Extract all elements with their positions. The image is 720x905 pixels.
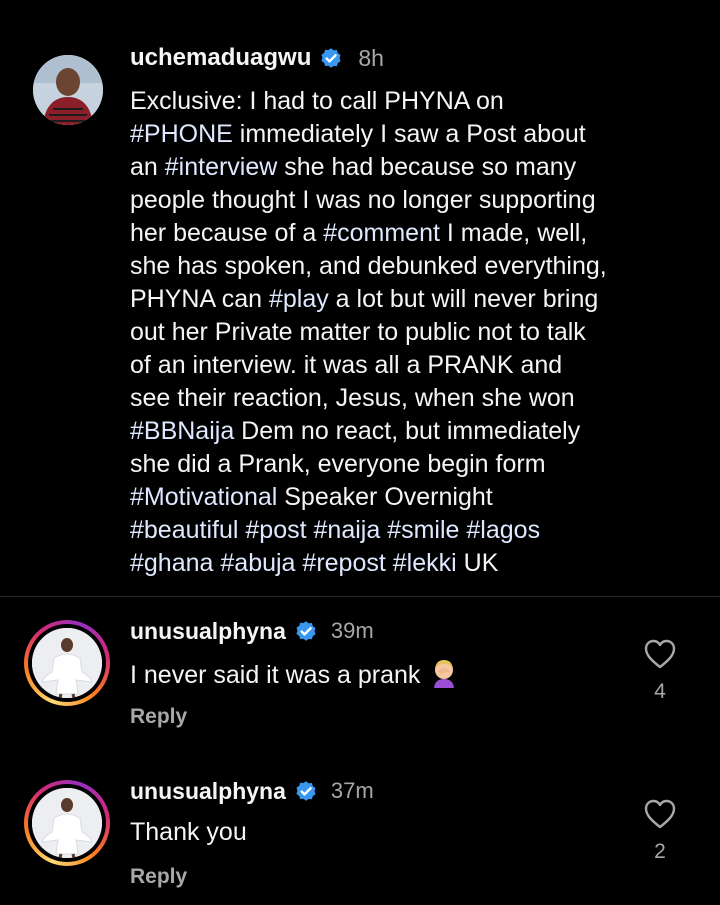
heart-icon[interactable] bbox=[643, 638, 677, 670]
avatar-photo bbox=[32, 628, 102, 698]
caption-text: see their reaction, Jesus, when she won bbox=[130, 384, 575, 412]
caption-line: see their reaction, Jesus, when she won bbox=[130, 382, 690, 415]
hashtag-link[interactable]: #repost bbox=[302, 549, 385, 577]
post-time: 8h bbox=[358, 44, 384, 71]
avatar-photo bbox=[32, 788, 102, 858]
caption-text: of an interview. it was all a PRANK and bbox=[130, 351, 563, 379]
post-username[interactable]: uchemaduagwu bbox=[130, 44, 311, 72]
reply-button[interactable]: Reply bbox=[130, 705, 187, 729]
hashtag-link[interactable]: #Motivational bbox=[130, 483, 277, 511]
comment-username[interactable]: unusualphyna bbox=[130, 778, 286, 805]
reply-button[interactable]: Reply bbox=[130, 865, 187, 889]
post-caption: uchemaduagwu 8h Exclusive: I had to call… bbox=[0, 0, 720, 595]
caption-text: Speaker Overnight bbox=[277, 483, 493, 511]
caption-text: Exclusive: I had to call PHYNA on bbox=[130, 87, 504, 115]
comment: unusualphyna 39m I never said it was a p… bbox=[0, 610, 720, 750]
hashtag-link[interactable]: #BBNaija bbox=[130, 417, 234, 445]
hashtag-link[interactable]: #post bbox=[245, 516, 306, 544]
hashtag-link[interactable]: #PHONE bbox=[130, 120, 233, 148]
caption-line: #ghana #abuja #repost #lekki UK bbox=[130, 547, 690, 580]
comment-text-body: I never said it was a prank bbox=[130, 661, 421, 689]
caption-text: she had because so many bbox=[277, 153, 577, 181]
comment-time: 39m bbox=[330, 618, 374, 643]
post-caption-text: Exclusive: I had to call PHYNA on #PHONE … bbox=[130, 85, 690, 580]
caption-text: a lot but will never bring bbox=[328, 285, 599, 313]
caption-line: #beautiful #post #naija #smile #lagos bbox=[130, 514, 690, 547]
caption-text: people thought I was no longer supportin… bbox=[130, 186, 596, 214]
caption-line: Exclusive: I had to call PHYNA on bbox=[130, 85, 690, 118]
caption-line: #PHONE immediately I saw a Post about bbox=[130, 118, 690, 151]
caption-text: her because of a bbox=[130, 219, 324, 247]
caption-line: an #interview she had because so many bbox=[130, 151, 690, 184]
caption-line: she has spoken, and debunked everything, bbox=[130, 250, 690, 283]
caption-line: #BBNaija Dem no react, but immediately bbox=[130, 415, 690, 448]
hashtag-link[interactable]: #lagos bbox=[466, 516, 540, 544]
comments-screen: uchemaduagwu 8h Exclusive: I had to call… bbox=[0, 0, 720, 905]
caption-line: she did a Prank, everyone begin form bbox=[130, 448, 690, 481]
comment-header: unusualphyna 37m bbox=[130, 775, 374, 807]
avatar-story-ring[interactable] bbox=[24, 620, 110, 706]
verified-badge-icon bbox=[321, 48, 341, 68]
post-header: uchemaduagwu 8h bbox=[130, 38, 384, 78]
hashtag-link[interactable]: #lekki bbox=[393, 549, 457, 577]
comment-text: Thank you bbox=[130, 818, 247, 846]
comment: unusualphyna 37m Thank you Reply 2 bbox=[0, 770, 720, 905]
caption-text: I made, well, bbox=[439, 219, 588, 247]
avatar-story-ring[interactable] bbox=[24, 780, 110, 866]
hashtag-link[interactable]: #abuja bbox=[220, 549, 295, 577]
caption-line: of an interview. it was all a PRANK and bbox=[130, 349, 690, 382]
caption-text: out her Private matter to public not to … bbox=[130, 318, 586, 346]
caption-text: an bbox=[130, 153, 165, 181]
verified-badge-icon bbox=[296, 621, 316, 641]
caption-line: people thought I was no longer supportin… bbox=[130, 184, 690, 217]
comment-username[interactable]: unusualphyna bbox=[130, 618, 286, 645]
hashtag-link[interactable]: #beautiful bbox=[130, 516, 238, 544]
verified-badge-icon bbox=[296, 781, 316, 801]
hashtag-link[interactable]: #play bbox=[269, 285, 329, 313]
caption-text: she has spoken, and debunked everything, bbox=[130, 252, 607, 280]
avatar[interactable] bbox=[33, 55, 103, 125]
caption-text: she did a Prank, everyone begin form bbox=[130, 450, 546, 478]
facepalm-emoji-icon bbox=[434, 660, 455, 688]
comment-time: 37m bbox=[330, 778, 374, 803]
like-count: 4 bbox=[654, 680, 666, 703]
caption-line: her because of a #comment I made, well, bbox=[130, 217, 690, 250]
hashtag-link[interactable]: #interview bbox=[165, 153, 278, 181]
caption-text: PHYNA can bbox=[130, 285, 269, 313]
caption-line: #Motivational Speaker Overnight bbox=[130, 481, 690, 514]
hashtag-link[interactable]: #smile bbox=[387, 516, 459, 544]
caption-line: out her Private matter to public not to … bbox=[130, 316, 690, 349]
like-count: 2 bbox=[654, 840, 666, 863]
divider bbox=[0, 596, 720, 597]
hashtag-link[interactable]: #comment bbox=[323, 219, 440, 247]
hashtag-link[interactable]: #naija bbox=[314, 516, 381, 544]
comment-text: I never said it was a prank bbox=[130, 658, 460, 690]
caption-text: Dem no react, but immediately bbox=[234, 417, 581, 445]
comment-header: unusualphyna 39m bbox=[130, 615, 374, 647]
caption-text bbox=[307, 516, 314, 544]
caption-text: immediately I saw a Post about bbox=[232, 120, 586, 148]
caption-line: PHYNA can #play a lot but will never bri… bbox=[130, 283, 690, 316]
hashtag-link[interactable]: #ghana bbox=[130, 549, 213, 577]
caption-text: UK bbox=[456, 549, 499, 577]
caption-text bbox=[386, 549, 393, 577]
heart-icon[interactable] bbox=[643, 798, 677, 830]
